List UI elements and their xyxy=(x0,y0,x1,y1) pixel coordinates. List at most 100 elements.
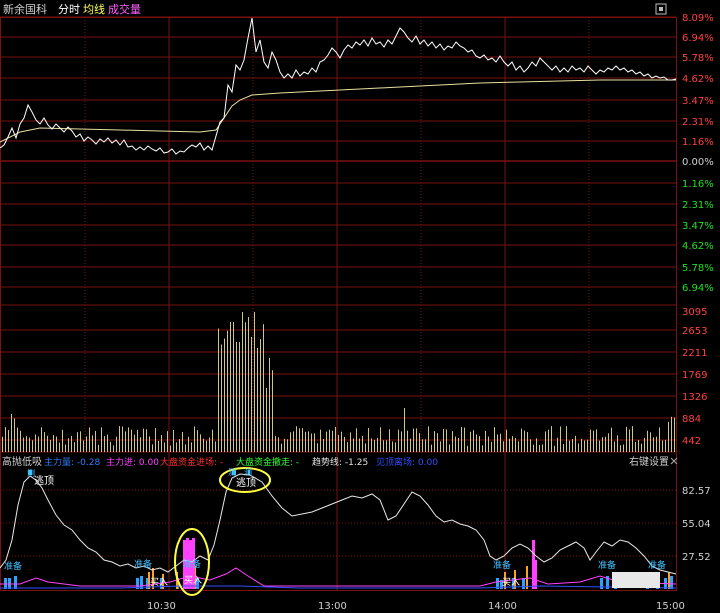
volume-bar xyxy=(614,441,615,452)
redaction-block xyxy=(612,572,660,588)
volume-bar xyxy=(653,437,654,452)
volume-bar xyxy=(527,432,528,452)
volume-bar xyxy=(266,388,267,452)
volume-bar xyxy=(482,445,483,452)
volume-bar xyxy=(494,427,495,452)
volume-bar xyxy=(254,312,255,452)
indicator-legend-item: 见顶离场: 0.00 xyxy=(376,456,438,468)
volume-bar xyxy=(89,427,90,452)
volume-bar xyxy=(152,444,153,452)
buy-label-2: 买入 xyxy=(184,575,202,586)
volume-bar xyxy=(536,438,537,452)
volume-bar xyxy=(392,441,393,452)
volume-bar xyxy=(86,436,87,452)
volume-bar xyxy=(122,426,123,452)
volume-bar xyxy=(200,434,201,452)
volume-bar xyxy=(410,438,411,452)
volume-bar xyxy=(575,435,576,452)
volume-bar xyxy=(470,431,471,452)
indicator-legend-item: 趋势线: -1.25 xyxy=(312,456,368,468)
price-axis-label: 0.00% xyxy=(682,157,714,168)
top-mark-2a: 测 xyxy=(228,468,236,477)
volume-bar xyxy=(446,429,447,452)
volume-bar xyxy=(542,444,543,452)
indicator-bar xyxy=(526,566,528,589)
volume-bar xyxy=(365,443,366,452)
volume-bar xyxy=(416,428,417,452)
right-click-settings[interactable]: 右键设置 xyxy=(629,455,669,468)
volume-bar xyxy=(638,440,639,452)
indicator-legend-item: 主力进: 0.00 xyxy=(106,456,159,468)
volume-bar xyxy=(560,426,561,452)
volume-bar xyxy=(113,445,114,452)
volume-bar xyxy=(632,426,633,452)
volume-bar xyxy=(146,429,147,452)
indicator-bar xyxy=(534,560,537,589)
volume-axis-label: 3095 xyxy=(682,307,707,318)
volume-bar xyxy=(302,428,303,452)
volume-bar xyxy=(164,442,165,452)
volume-bar xyxy=(245,322,246,452)
volume-bar xyxy=(191,442,192,452)
volume-bar xyxy=(557,437,558,452)
prepare-label-5: 准备 xyxy=(598,559,616,571)
volume-bar xyxy=(149,436,150,452)
indicator-bars xyxy=(4,468,673,589)
volume-bar xyxy=(293,431,294,452)
volume-bar xyxy=(545,431,546,452)
volume-bar xyxy=(242,312,243,452)
volume-bar xyxy=(485,430,486,452)
volume-bar xyxy=(524,430,525,452)
volume-bar xyxy=(101,427,102,452)
volume-bar xyxy=(479,436,480,452)
prepare-label-6: 准备 xyxy=(648,559,666,571)
volume-bar xyxy=(590,429,591,452)
volume-bar xyxy=(59,442,60,452)
price-axis-label: 5.78% xyxy=(682,263,714,274)
buy-label-3: 买入 xyxy=(502,577,520,588)
tab-intraday[interactable]: 分时 xyxy=(58,3,80,16)
volume-bar xyxy=(503,441,504,452)
prepare-label-2: 准备 xyxy=(134,558,152,570)
volume-bar xyxy=(473,430,474,452)
volume-bar xyxy=(317,443,318,452)
volume-bar xyxy=(167,431,168,452)
volume-bar xyxy=(521,428,522,452)
volume-bar xyxy=(668,421,669,452)
volume-bar xyxy=(335,426,336,452)
volume-bar xyxy=(215,441,216,452)
volume-bar xyxy=(206,440,207,452)
volume-bar xyxy=(539,444,540,452)
volume-axis-label: 1326 xyxy=(682,392,707,403)
tab-volume[interactable]: 成交量 xyxy=(108,2,141,16)
price-axis-label: 5.78% xyxy=(682,53,714,64)
volume-bar xyxy=(323,439,324,452)
volume-bar xyxy=(389,429,390,452)
indicator-legend-item: 主力量: -0.28 xyxy=(44,456,100,468)
volume-bar xyxy=(11,414,12,452)
price-axis-label: 8.09% xyxy=(682,13,714,24)
volume-bar xyxy=(203,438,204,452)
volume-bar xyxy=(131,429,132,452)
volume-bar xyxy=(461,426,462,452)
time-axis-label: 10:30 xyxy=(147,601,176,612)
volume-axis-label: 442 xyxy=(682,436,701,447)
volume-bar xyxy=(281,443,282,452)
volume-bar xyxy=(326,431,327,452)
volume-bar xyxy=(398,429,399,452)
time-axis: 10:30 13:00 14:00 15:00 xyxy=(147,601,685,612)
volume-bar xyxy=(68,438,69,452)
volume-bar xyxy=(383,440,384,452)
volume-bar xyxy=(143,428,144,452)
volume-bar xyxy=(170,445,171,452)
volume-bar xyxy=(611,427,612,452)
volume-bar xyxy=(431,444,432,452)
volume-bar xyxy=(371,438,372,452)
prepare-label-1: 准备 xyxy=(4,560,22,572)
price-axis: 8.09% 6.94% 5.78% 4.62% 3.47% 2.31% 1.16% 0.00%… xyxy=(682,13,714,294)
volume-bar xyxy=(230,322,231,452)
tab-avg-line[interactable]: 均线 xyxy=(83,2,105,16)
stock-name: 新余国科 xyxy=(3,2,47,16)
price-axis-label: 2.31% xyxy=(682,117,714,128)
settings-icon[interactable] xyxy=(655,3,667,15)
